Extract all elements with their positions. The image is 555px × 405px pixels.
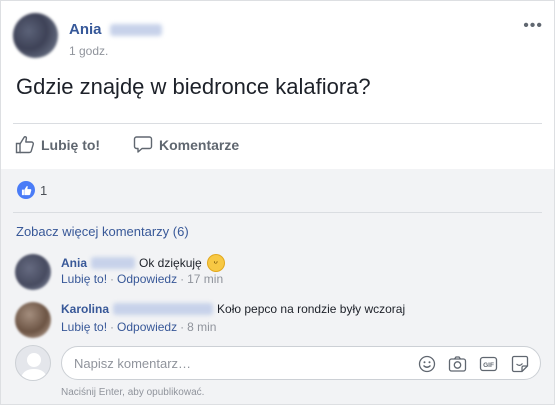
comment-like-link[interactable]: Lubię to! — [61, 320, 107, 334]
comment-label: Komentarze — [159, 136, 240, 153]
like-reaction-icon — [17, 181, 35, 199]
composer-icons: GIF — [416, 353, 530, 374]
sticker-icon[interactable] — [509, 353, 530, 374]
comment-reply-link[interactable]: Odpowiedz — [117, 272, 177, 286]
post-card: Ania 1 godz. ••• Gdzie znajdę w biedronc… — [0, 0, 555, 405]
post-text: Gdzie znajdę w biedronce kalafiora? — [16, 74, 371, 99]
divider — [13, 123, 542, 124]
gif-icon[interactable]: GIF — [478, 353, 499, 374]
comment-input[interactable]: Napisz komentarz… GIF — [61, 346, 541, 380]
commenter-name[interactable]: Karolina — [61, 302, 109, 316]
comment-text: Koło pepco na rondzie były wczoraj — [217, 302, 406, 316]
reaction-count: 1 — [40, 182, 48, 198]
comment-body: Karolina Koło pepco na rondzie były wczo… — [61, 302, 405, 316]
camera-icon[interactable] — [447, 353, 468, 374]
comment-like-link[interactable]: Lubię to! — [61, 272, 107, 286]
blurred-surname — [91, 257, 136, 269]
comment-actions: Lubię to! · Odpowiedz · 8 min — [61, 320, 217, 334]
commenter-avatar[interactable] — [15, 302, 51, 338]
post-author[interactable]: Ania — [69, 21, 162, 38]
comment-placeholder: Napisz komentarz… — [74, 356, 192, 371]
comment-button[interactable]: Komentarze — [133, 135, 239, 154]
smile-emoji-icon: ᵕ — [206, 254, 225, 272]
comment-time[interactable]: 17 min — [187, 272, 223, 286]
svg-text:GIF: GIF — [483, 362, 494, 369]
emoji-icon[interactable] — [416, 353, 437, 374]
post-timestamp[interactable]: 1 godz. — [69, 44, 108, 58]
submit-hint: Naciśnij Enter, aby opublikować. — [61, 387, 205, 398]
author-avatar[interactable] — [13, 13, 58, 58]
post-header: Ania 1 godz. ••• — [13, 13, 543, 63]
divider — [13, 212, 542, 213]
blurred-surname — [113, 303, 214, 315]
commenter-name[interactable]: Ania — [61, 256, 87, 270]
comment-icon — [133, 136, 153, 153]
view-more-comments-link[interactable]: Zobacz więcej komentarzy (6) — [16, 224, 189, 239]
more-options-icon[interactable]: ••• — [523, 18, 543, 34]
thumbs-up-icon — [15, 136, 34, 154]
like-label: Lubię to! — [41, 136, 101, 153]
commenter-avatar[interactable] — [15, 254, 51, 290]
comment-body: Ania Ok dziękuję ᵕ — [61, 254, 225, 272]
comment-reply-link[interactable]: Odpowiedz — [117, 320, 177, 334]
current-user-avatar — [15, 345, 51, 381]
comment-actions: Lubię to! · Odpowiedz · 17 min — [61, 272, 224, 286]
author-name[interactable]: Ania — [69, 21, 102, 38]
comment-text: Ok dziękuję — [139, 256, 202, 270]
comment-time[interactable]: 8 min — [187, 320, 216, 334]
like-button[interactable]: Lubię to! — [15, 135, 100, 154]
reactions-summary[interactable]: 1 — [17, 181, 47, 199]
blurred-surname — [109, 24, 162, 37]
